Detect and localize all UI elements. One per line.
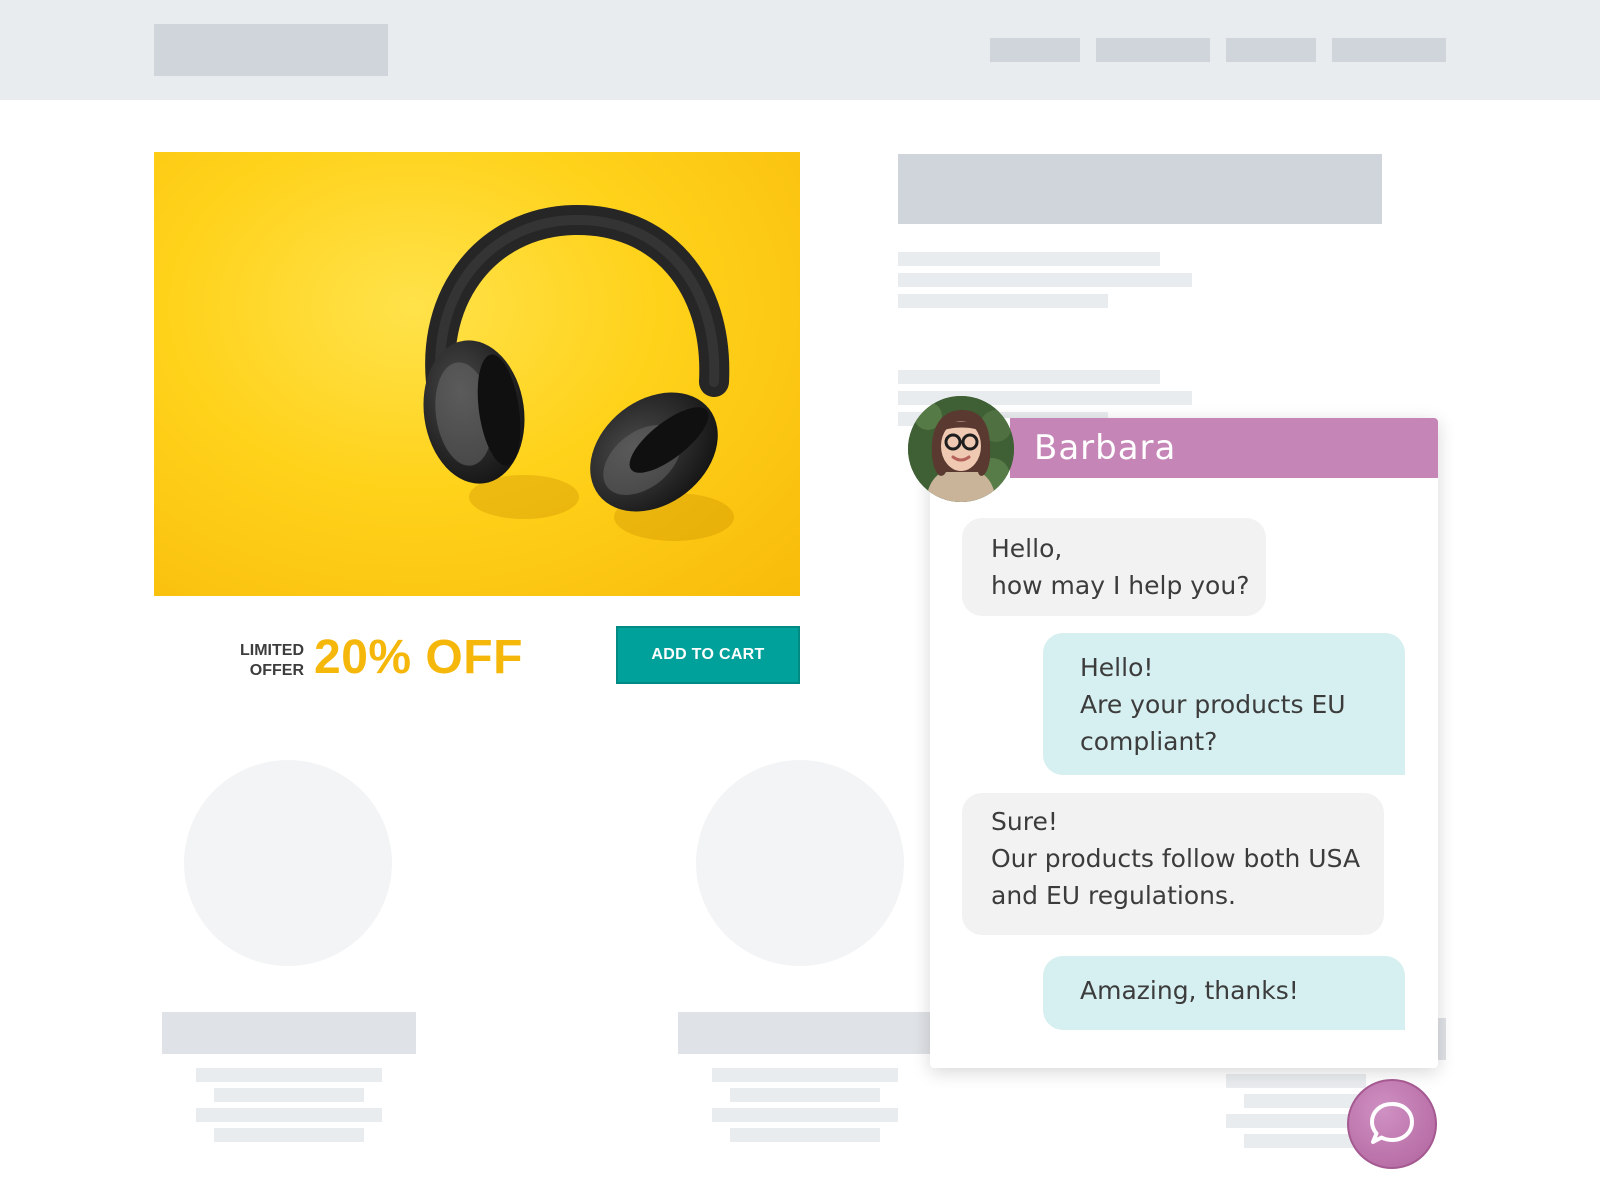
- offer-label: LIMITED OFFER: [230, 641, 304, 681]
- message-line: Our products follow both USA: [991, 844, 1361, 873]
- agent-name: Barbara: [1034, 428, 1177, 468]
- message-line: how may I help you?: [991, 571, 1250, 600]
- product-card-line-placeholder: [712, 1108, 898, 1122]
- product-card-line-placeholder: [730, 1128, 880, 1142]
- offer-label-line1: LIMITED: [240, 642, 304, 659]
- nav-link-placeholder-1[interactable]: [990, 38, 1080, 62]
- product-card-line-placeholder: [196, 1068, 382, 1082]
- chat-message-agent: Hello, how may I help you?: [962, 518, 1266, 616]
- site-logo-placeholder[interactable]: [154, 24, 388, 76]
- product-card-line-placeholder: [730, 1088, 880, 1102]
- chat-launcher-button[interactable]: [1347, 1079, 1437, 1169]
- nav-link-placeholder-3[interactable]: [1226, 38, 1316, 62]
- product-image: [154, 152, 800, 596]
- description-line-placeholder: [898, 252, 1160, 266]
- offer-label-line2: OFFER: [249, 662, 304, 679]
- agent-avatar: [908, 396, 1014, 502]
- message-line: Hello,: [991, 534, 1063, 563]
- product-card-line-placeholder: [712, 1068, 898, 1082]
- product-card-line-placeholder: [196, 1108, 382, 1122]
- chat-message-agent: Sure! Our products follow both USA and E…: [962, 793, 1384, 935]
- chat-message-user: Hello! Are your products EU compliant?: [1043, 633, 1405, 775]
- product-card-line-placeholder: [1226, 1114, 1366, 1128]
- product-card-line-placeholder: [214, 1128, 364, 1142]
- message-line: Are your products EU: [1080, 690, 1346, 719]
- add-to-cart-button[interactable]: ADD TO CART: [616, 626, 800, 684]
- chat-message-user: Amazing, thanks!: [1043, 956, 1405, 1030]
- description-line-placeholder: [898, 370, 1160, 384]
- discount-text: 20% OFF: [314, 631, 523, 684]
- chat-bubble-icon: [1370, 1102, 1414, 1144]
- product-card-title-placeholder: [162, 1012, 416, 1054]
- description-line-placeholder: [898, 294, 1108, 308]
- product-card-title-placeholder: [678, 1012, 932, 1054]
- product-card-line-placeholder: [1244, 1134, 1364, 1148]
- message-line: Hello!: [1080, 653, 1154, 682]
- product-card-line-placeholder: [1244, 1094, 1364, 1108]
- product-title-placeholder: [898, 154, 1382, 224]
- message-line: Amazing, thanks!: [1080, 976, 1299, 1005]
- message-line: compliant?: [1080, 727, 1218, 756]
- nav-link-placeholder-4[interactable]: [1332, 38, 1446, 62]
- headphones-icon: [423, 204, 734, 541]
- product-card-line-placeholder: [214, 1088, 364, 1102]
- agent-portrait-icon: [908, 396, 1014, 502]
- product-card-image-placeholder[interactable]: [696, 760, 904, 966]
- message-line: Sure!: [991, 807, 1058, 836]
- description-line-placeholder: [898, 273, 1192, 287]
- product-card-image-placeholder[interactable]: [184, 760, 392, 966]
- product-card-line-placeholder: [1226, 1074, 1366, 1088]
- message-line: and EU regulations.: [991, 881, 1236, 910]
- nav-link-placeholder-2[interactable]: [1096, 38, 1210, 62]
